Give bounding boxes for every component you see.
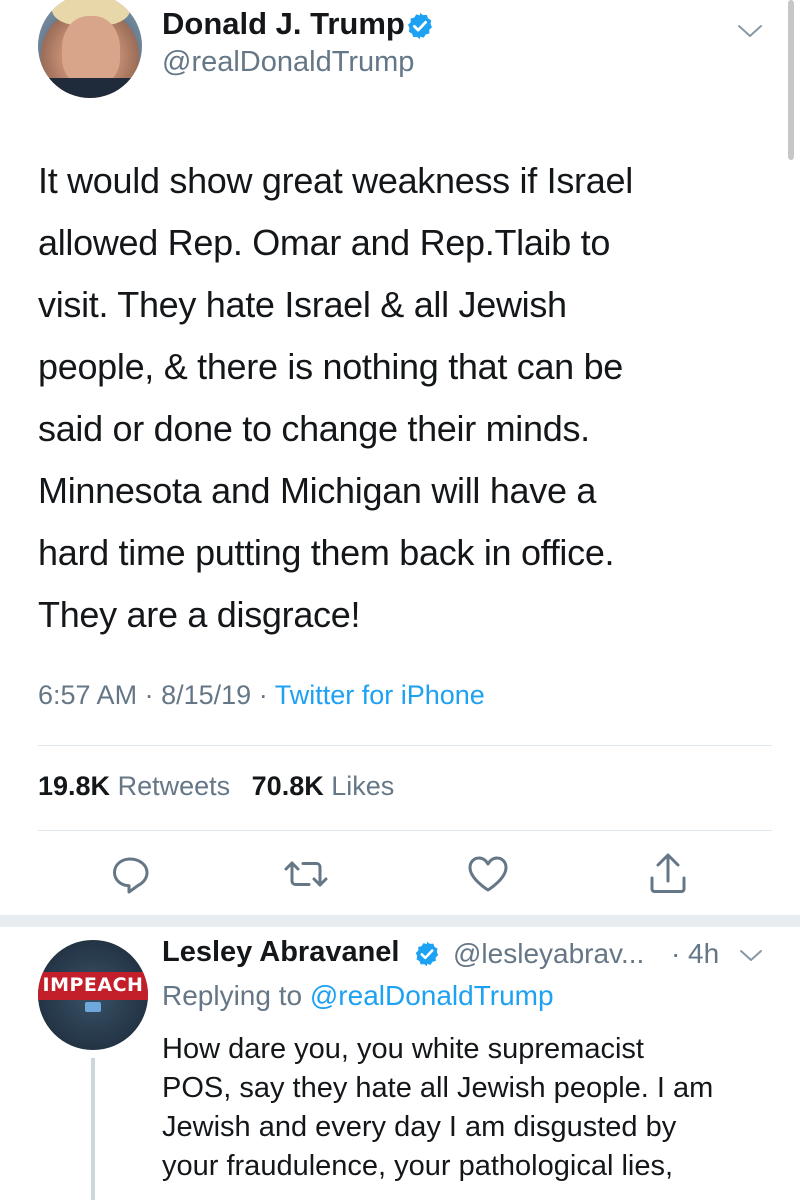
reply-time-separator: · xyxy=(671,938,681,969)
meta-separator: · xyxy=(258,680,268,710)
author-handle[interactable]: @realDonaldTrump xyxy=(162,46,414,79)
avatar-badge xyxy=(85,1002,101,1012)
divider xyxy=(38,745,772,746)
replying-prefix: Replying to xyxy=(162,980,303,1011)
reply-author-name[interactable]: Lesley Abravanel xyxy=(162,936,400,969)
tweet-text-line: They are a disgrace! xyxy=(38,594,361,635)
thread-line xyxy=(91,1058,95,1200)
reply-text: How dare you, you white supremacist POS,… xyxy=(162,1030,713,1186)
tweet-text-line: It would show great weakness if Israel xyxy=(38,160,633,201)
retweets-label[interactable]: Retweets xyxy=(118,771,231,801)
replying-to: Replying to @realDonaldTrump xyxy=(162,980,554,1012)
reply-text-line: POS, say they hate all Jewish people. I … xyxy=(162,1072,714,1104)
tweet-text-line: hard time putting them back in office. xyxy=(38,532,615,573)
reply-icon[interactable] xyxy=(106,850,154,898)
reply-text-line: Jewish and every day I am disgusted by xyxy=(162,1111,677,1143)
section-separator xyxy=(0,915,800,927)
heart-icon[interactable] xyxy=(464,850,512,898)
avatar-face xyxy=(62,16,120,86)
meta-separator: · xyxy=(144,680,154,710)
tweet-stats: 19.8K Retweets 70.8K Likes xyxy=(38,771,408,802)
chevron-down-icon[interactable] xyxy=(735,20,765,42)
action-bar xyxy=(0,850,800,898)
tweet-text: It would show great weakness if Israel a… xyxy=(38,150,768,646)
avatar-suit xyxy=(38,78,142,98)
chevron-down-icon[interactable] xyxy=(738,946,764,966)
tweet-text-line: people, & there is nothing that can be xyxy=(38,346,624,387)
verified-badge-icon xyxy=(408,12,432,40)
verified-badge-icon xyxy=(415,941,439,967)
avatar-text: IMPEACH xyxy=(42,974,144,996)
reply-time[interactable]: 4h xyxy=(688,938,719,970)
tweet-text-line: Minnesota and Michigan will have a xyxy=(38,470,597,511)
tweet-text-line: allowed Rep. Omar and Rep.Tlaib to xyxy=(38,222,611,263)
tweet-text-line: visit. They hate Israel & all Jewish xyxy=(38,284,567,325)
author-avatar[interactable] xyxy=(38,0,142,98)
reply-text-line: your fraudulence, your pathological lies… xyxy=(162,1150,674,1182)
tweet-text-line: said or done to change their minds. xyxy=(38,408,590,449)
replying-mention-link[interactable]: @realDonaldTrump xyxy=(310,980,554,1011)
likes-label[interactable]: Likes xyxy=(331,771,394,801)
retweets-count[interactable]: 19.8K xyxy=(38,771,110,801)
author-name[interactable]: Donald J. Trump xyxy=(162,6,405,42)
reply-author-avatar[interactable]: IMPEACH xyxy=(38,940,148,1050)
divider xyxy=(38,830,772,831)
retweet-icon[interactable] xyxy=(282,850,330,898)
likes-count[interactable]: 70.8K xyxy=(252,771,324,801)
tweet-meta: 6:57 AM · 8/15/19 · Twitter for iPhone xyxy=(38,680,485,711)
scrollbar[interactable] xyxy=(788,0,794,160)
reply-text-line: How dare you, you white supremacist xyxy=(162,1033,644,1065)
reply-author-handle[interactable]: @lesleyabrav... xyxy=(453,938,644,970)
tweet-time[interactable]: 6:57 AM xyxy=(38,680,137,710)
tweet-source-link[interactable]: Twitter for iPhone xyxy=(275,680,485,710)
share-icon[interactable] xyxy=(644,850,692,898)
tweet-date[interactable]: 8/15/19 xyxy=(161,680,251,710)
